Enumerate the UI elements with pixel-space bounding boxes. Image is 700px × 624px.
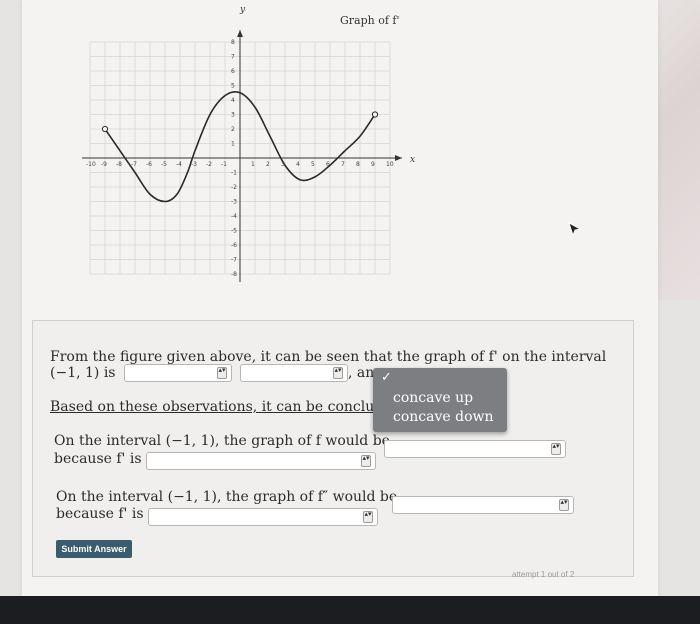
y-tick-label: -5 <box>231 228 237 235</box>
x-tick-label: 5 <box>311 161 315 168</box>
graph-axes <box>82 30 402 282</box>
q2-because-text: because f' is <box>56 506 144 522</box>
behavior-select-2[interactable]: ▴▾ <box>240 364 348 382</box>
y-tick-label: 3 <box>231 112 235 119</box>
y-tick-label: 5 <box>231 83 235 90</box>
behavior-select-1[interactable]: ▴▾ <box>124 364 232 382</box>
q2-text: On the interval (−1, 1), the graph of f″… <box>56 489 398 505</box>
open-endpoint <box>371 111 379 118</box>
x-tick-label: -6 <box>146 161 152 168</box>
dropdown-option-concave-down[interactable]: concave down <box>393 409 494 425</box>
select-arrows-icon: ▴▾ <box>551 443 561 455</box>
y-tick-label: 2 <box>231 126 235 133</box>
y-tick-label: -8 <box>231 271 237 278</box>
open-endpoint <box>101 125 109 133</box>
question-line-3: Based on these observations, it can be c… <box>50 399 392 415</box>
q1-select[interactable]: ▴▾ <box>384 440 566 458</box>
q1-text: On the interval (−1, 1), the graph of f … <box>54 433 390 449</box>
x-tick-label: -8 <box>116 161 122 168</box>
question-line-2-suffix: , an <box>348 365 375 381</box>
select-arrows-icon: ▴▾ <box>559 499 569 511</box>
x-tick-label: -2 <box>206 161 212 168</box>
x-tick-label: 2 <box>266 161 270 168</box>
select-arrows-icon: ▴▾ <box>333 367 343 379</box>
x-tick-label: 9 <box>371 161 375 168</box>
x-tick-label: 4 <box>296 161 300 168</box>
y-tick-label: 7 <box>231 54 235 61</box>
y-tick-label: 8 <box>231 39 235 46</box>
y-tick-label: 1 <box>231 141 235 148</box>
x-tick-label: -10 <box>86 161 96 168</box>
checkmark-icon: ✓ <box>381 370 392 385</box>
x-axis-arrow-icon <box>395 155 402 161</box>
x-tick-label: 10 <box>386 161 394 168</box>
select-arrows-icon: ▴▾ <box>361 455 371 467</box>
x-axis-label: x <box>410 155 415 165</box>
x-tick-label: -4 <box>176 161 182 168</box>
graph-title: Graph of f' <box>340 14 400 27</box>
submit-answer-button[interactable]: Submit Answer <box>56 540 132 558</box>
question-interval-label: (−1, 1) is <box>50 365 116 381</box>
bottom-bezel <box>0 596 700 624</box>
y-tick-label: -4 <box>231 213 237 220</box>
mouse-pointer-icon <box>568 222 582 237</box>
q2-because-select[interactable]: ▴▾ <box>148 508 378 526</box>
x-tick-label: -5 <box>161 161 167 168</box>
attempt-counter: attempt 1 out of 2 <box>512 570 575 579</box>
y-tick-label: -6 <box>231 242 237 249</box>
dropdown-option-concave-up[interactable]: concave up <box>393 390 473 406</box>
y-tick-label: -1 <box>231 170 237 177</box>
y-tick-label: 6 <box>231 68 235 75</box>
x-tick-label: 7 <box>341 161 345 168</box>
q1-because-text: because f' is <box>54 451 142 467</box>
y-axis-arrow-icon <box>237 30 243 37</box>
x-tick-label: -9 <box>101 161 107 168</box>
x-tick-label: 1 <box>251 161 255 168</box>
q2-select[interactable]: ▴▾ <box>392 496 574 514</box>
x-tick-label: -1 <box>221 161 227 168</box>
concavity-dropdown-menu: ✓ concave up concave down <box>373 368 507 432</box>
x-tick-label: 8 <box>356 161 360 168</box>
y-tick-label: 4 <box>231 97 235 104</box>
select-arrows-icon: ▴▾ <box>217 367 227 379</box>
y-axis-label: y <box>239 5 246 15</box>
graph-of-f-prime: -10 -9 -8 -7 -6 -5 -4 -3 -2 -1 1 2 3 4 5 6 7 8 9 1087654321… <box>82 5 415 282</box>
q1-because-select[interactable]: ▴▾ <box>146 452 376 470</box>
select-arrows-icon: ▴▾ <box>363 511 373 523</box>
y-tick-label: -2 <box>231 184 237 191</box>
y-tick-label: -3 <box>231 199 237 206</box>
y-tick-label: -7 <box>231 257 237 264</box>
